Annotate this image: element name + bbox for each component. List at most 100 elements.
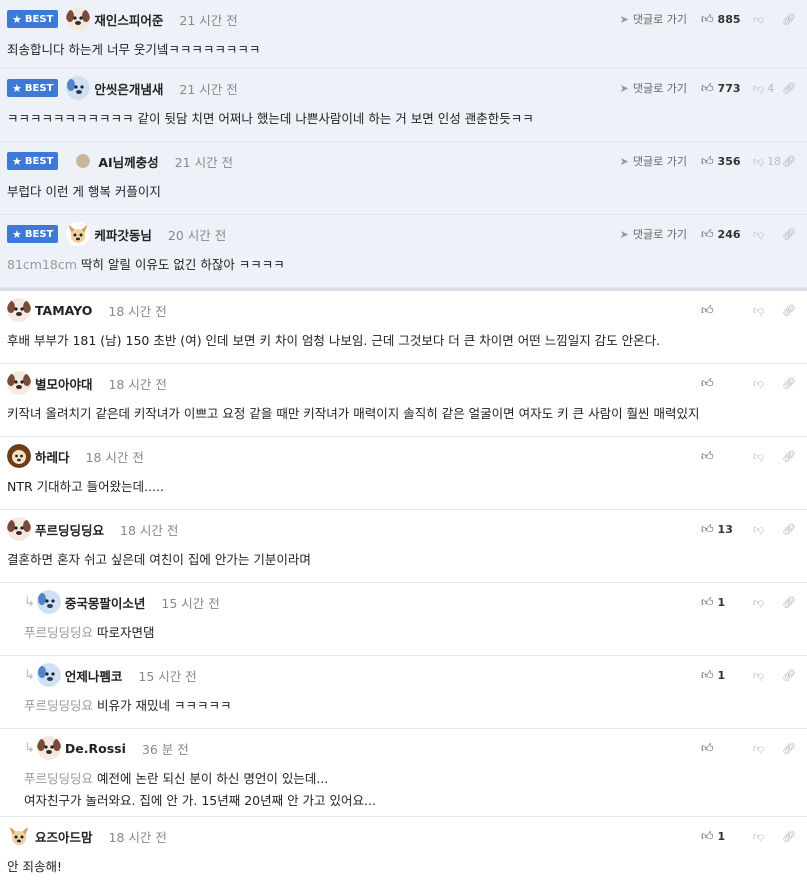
blue-dog-avatar-icon[interactable] bbox=[36, 663, 61, 687]
best-comment: ★ BEST AI님께충성 21 시간 전 ➤ 댓글로 가기 👍︎ 356 👎︎ 18 🔗︎ 부럽다 … bbox=[0, 142, 807, 215]
like-button[interactable]: 👍︎ 773 bbox=[701, 81, 753, 96]
nickname[interactable]: 케파갓동님 bbox=[94, 225, 152, 244]
dog-avatar-icon[interactable] bbox=[7, 517, 31, 541]
reply-arrow-icon: ↳ bbox=[24, 740, 35, 756]
mention[interactable]: 푸르딩딩딩요 bbox=[24, 771, 93, 786]
like-button[interactable]: 👍︎ 1 bbox=[701, 829, 753, 844]
best-badge-label: BEST bbox=[24, 155, 54, 167]
nickname[interactable]: 언제나펨코 bbox=[65, 666, 123, 685]
link-icon[interactable]: 🔗︎ bbox=[781, 742, 797, 755]
comment-header: ★ BEST 재인스피어준 21 시간 전 ➤ 댓글로 가기 👍︎ 885 👎︎ 🔗︎ bbox=[7, 7, 807, 31]
comment-actions: ➤ 댓글로 가기 👍︎ 885 👎︎ 🔗︎ bbox=[620, 8, 797, 30]
thumbs-down-icon: 👎︎ bbox=[753, 741, 765, 755]
round-avatar-icon[interactable] bbox=[76, 154, 91, 168]
go-to-comment-link[interactable]: ➤ 댓글로 가기 bbox=[620, 80, 687, 96]
comment: 별모아야대 18 시간 전 👍︎ 👎︎ 🔗︎ 키작녀 올려치기 같은데 키작녀가 이쁘고 … bbox=[0, 364, 807, 437]
like-button[interactable]: 👍︎ 1 bbox=[701, 595, 753, 610]
link-icon[interactable]: 🔗︎ bbox=[781, 523, 797, 536]
link-icon[interactable]: 🔗︎ bbox=[781, 669, 797, 682]
blue-dog-avatar-icon[interactable] bbox=[66, 76, 91, 100]
like-count: 356 bbox=[717, 154, 741, 168]
dog-avatar-icon[interactable] bbox=[7, 298, 31, 322]
nickname[interactable]: 안씻은개냄새 bbox=[94, 79, 163, 98]
dog-avatar-icon[interactable] bbox=[36, 736, 61, 760]
comment-actions: 👍︎ 1 👎︎ 🔗︎ bbox=[701, 591, 797, 613]
link-icon[interactable]: 🔗︎ bbox=[781, 450, 797, 463]
comment-header: ↳ De.Rossi 36 분 전 👍︎ 👎︎ 🔗︎ bbox=[24, 736, 807, 760]
dislike-button[interactable]: 👎︎ bbox=[753, 830, 781, 843]
link-icon[interactable]: 🔗︎ bbox=[781, 155, 797, 168]
dislike-button[interactable]: 👎︎ 4 bbox=[753, 82, 781, 95]
nickname[interactable]: TAMAYO bbox=[35, 303, 92, 318]
dislike-button[interactable]: 👎︎ bbox=[753, 450, 781, 463]
best-comment: ★ BEST 안씻은개냄새 21 시간 전 ➤ 댓글로 가기 👍︎ 773 👎︎ 4 🔗︎ ㅋㅋㅋㅋㅋ… bbox=[0, 69, 807, 142]
like-button[interactable]: 👍︎ bbox=[701, 376, 753, 391]
timestamp: 18 시간 전 bbox=[108, 829, 167, 845]
dislike-button[interactable]: 👎︎ 18 bbox=[753, 155, 781, 168]
like-count: 1 bbox=[717, 595, 726, 609]
dislike-button[interactable]: 👎︎ bbox=[753, 377, 781, 390]
nickname[interactable]: AI님께충성 bbox=[98, 152, 158, 171]
thumbs-up-icon: 👍︎ bbox=[701, 594, 714, 609]
dislike-button[interactable]: 👎︎ bbox=[753, 228, 781, 241]
thumbs-down-icon: 👎︎ bbox=[753, 668, 765, 682]
dog-avatar-icon[interactable] bbox=[66, 7, 91, 31]
comment-text-line2: 여자친구가 놀러와요. 집에 안 가. 15년째 20년째 안 가고 있어요..… bbox=[24, 793, 376, 808]
chihuahua-avatar-icon[interactable] bbox=[66, 222, 91, 246]
mention[interactable]: 81cm18cm bbox=[7, 257, 77, 272]
like-button[interactable]: 👍︎ bbox=[701, 449, 753, 464]
blue-dog-avatar-icon[interactable] bbox=[36, 590, 61, 614]
link-icon[interactable]: 🔗︎ bbox=[781, 228, 797, 241]
nickname[interactable]: 중국몽팔이소년 bbox=[65, 593, 146, 612]
timestamp: 18 시간 전 bbox=[85, 449, 144, 465]
link-icon[interactable]: 🔗︎ bbox=[781, 596, 797, 609]
mention[interactable]: 푸르딩딩딩요 bbox=[24, 625, 93, 640]
comment-header: ★ BEST 안씻은개냄새 21 시간 전 ➤ 댓글로 가기 👍︎ 773 👎︎ 4 🔗︎ bbox=[7, 76, 807, 100]
like-button[interactable]: 👍︎ bbox=[701, 741, 753, 756]
nickname[interactable]: De.Rossi bbox=[65, 741, 126, 756]
dislike-button[interactable]: 👎︎ bbox=[753, 13, 781, 26]
nickname[interactable]: 요즈아드맘 bbox=[35, 827, 93, 846]
go-to-comment-link[interactable]: ➤ 댓글로 가기 bbox=[620, 153, 687, 169]
comment-text: 후배 부부가 181 (남) 150 초반 (여) 인데 보면 키 차이 엄청 … bbox=[7, 333, 661, 348]
mention[interactable]: 푸르딩딩딩요 bbox=[24, 698, 93, 713]
comment-text: 예전에 논란 되신 분이 하신 명언이 있는데... bbox=[97, 771, 329, 786]
dislike-button[interactable]: 👎︎ bbox=[753, 596, 781, 609]
thumbs-down-icon: 👎︎ bbox=[753, 81, 765, 95]
comment-actions: 👍︎ 👎︎ 🔗︎ bbox=[701, 445, 797, 467]
thumbs-up-icon: 👍︎ bbox=[701, 521, 714, 536]
link-icon[interactable]: 🔗︎ bbox=[781, 830, 797, 843]
link-icon[interactable]: 🔗︎ bbox=[781, 82, 797, 95]
thumbs-up-icon: 👍︎ bbox=[701, 375, 714, 390]
dislike-button[interactable]: 👎︎ bbox=[753, 742, 781, 755]
dog-avatar-icon[interactable] bbox=[7, 371, 31, 395]
comment-list: ★ BEST 재인스피어준 21 시간 전 ➤ 댓글로 가기 👍︎ 885 👎︎ 🔗︎ 죄송합니다 … bbox=[0, 0, 807, 887]
nickname[interactable]: 푸르딩딩딩요 bbox=[35, 520, 104, 539]
like-button[interactable]: 👍︎ 13 bbox=[701, 522, 753, 537]
chihuahua-avatar-icon[interactable] bbox=[7, 824, 31, 848]
comment-actions: 👍︎ 👎︎ 🔗︎ bbox=[701, 372, 797, 394]
dislike-button[interactable]: 👎︎ bbox=[753, 523, 781, 536]
comment-header: ★ BEST 케파갓동님 20 시간 전 ➤ 댓글로 가기 👍︎ 246 👎︎ 🔗︎ bbox=[7, 222, 807, 246]
like-button[interactable]: 👍︎ 246 bbox=[701, 227, 753, 242]
comment: 푸르딩딩딩요 18 시간 전 👍︎ 13 👎︎ 🔗︎ 결혼하면 혼자 쉬고 싶은데 여친이 … bbox=[0, 510, 807, 583]
link-icon[interactable]: 🔗︎ bbox=[781, 377, 797, 390]
link-icon[interactable]: 🔗︎ bbox=[781, 304, 797, 317]
go-to-comment-link[interactable]: ➤ 댓글로 가기 bbox=[620, 11, 687, 27]
nickname[interactable]: 별모아야대 bbox=[35, 374, 93, 393]
link-icon[interactable]: 🔗︎ bbox=[781, 13, 797, 26]
like-button[interactable]: 👍︎ 885 bbox=[701, 12, 753, 27]
go-to-comment-link[interactable]: ➤ 댓글로 가기 bbox=[620, 226, 687, 242]
like-button[interactable]: 👍︎ 1 bbox=[701, 668, 753, 683]
like-button[interactable]: 👍︎ 356 bbox=[701, 154, 753, 169]
lion-avatar-icon[interactable] bbox=[7, 444, 31, 468]
star-icon: ★ bbox=[12, 154, 22, 168]
comment: 하레다 18 시간 전 👍︎ 👎︎ 🔗︎ NTR 기대하고 들어왔는데..... bbox=[0, 437, 807, 510]
dislike-button[interactable]: 👎︎ bbox=[753, 304, 781, 317]
nickname[interactable]: 하레다 bbox=[35, 447, 70, 466]
thumbs-down-icon: 👎︎ bbox=[753, 376, 765, 390]
comment-body: 결혼하면 혼자 쉬고 싶은데 여친이 집에 안가는 기분이라며 bbox=[7, 549, 797, 571]
like-button[interactable]: 👍︎ bbox=[701, 303, 753, 318]
dislike-button[interactable]: 👎︎ bbox=[753, 669, 781, 682]
nickname[interactable]: 재인스피어준 bbox=[94, 10, 163, 29]
